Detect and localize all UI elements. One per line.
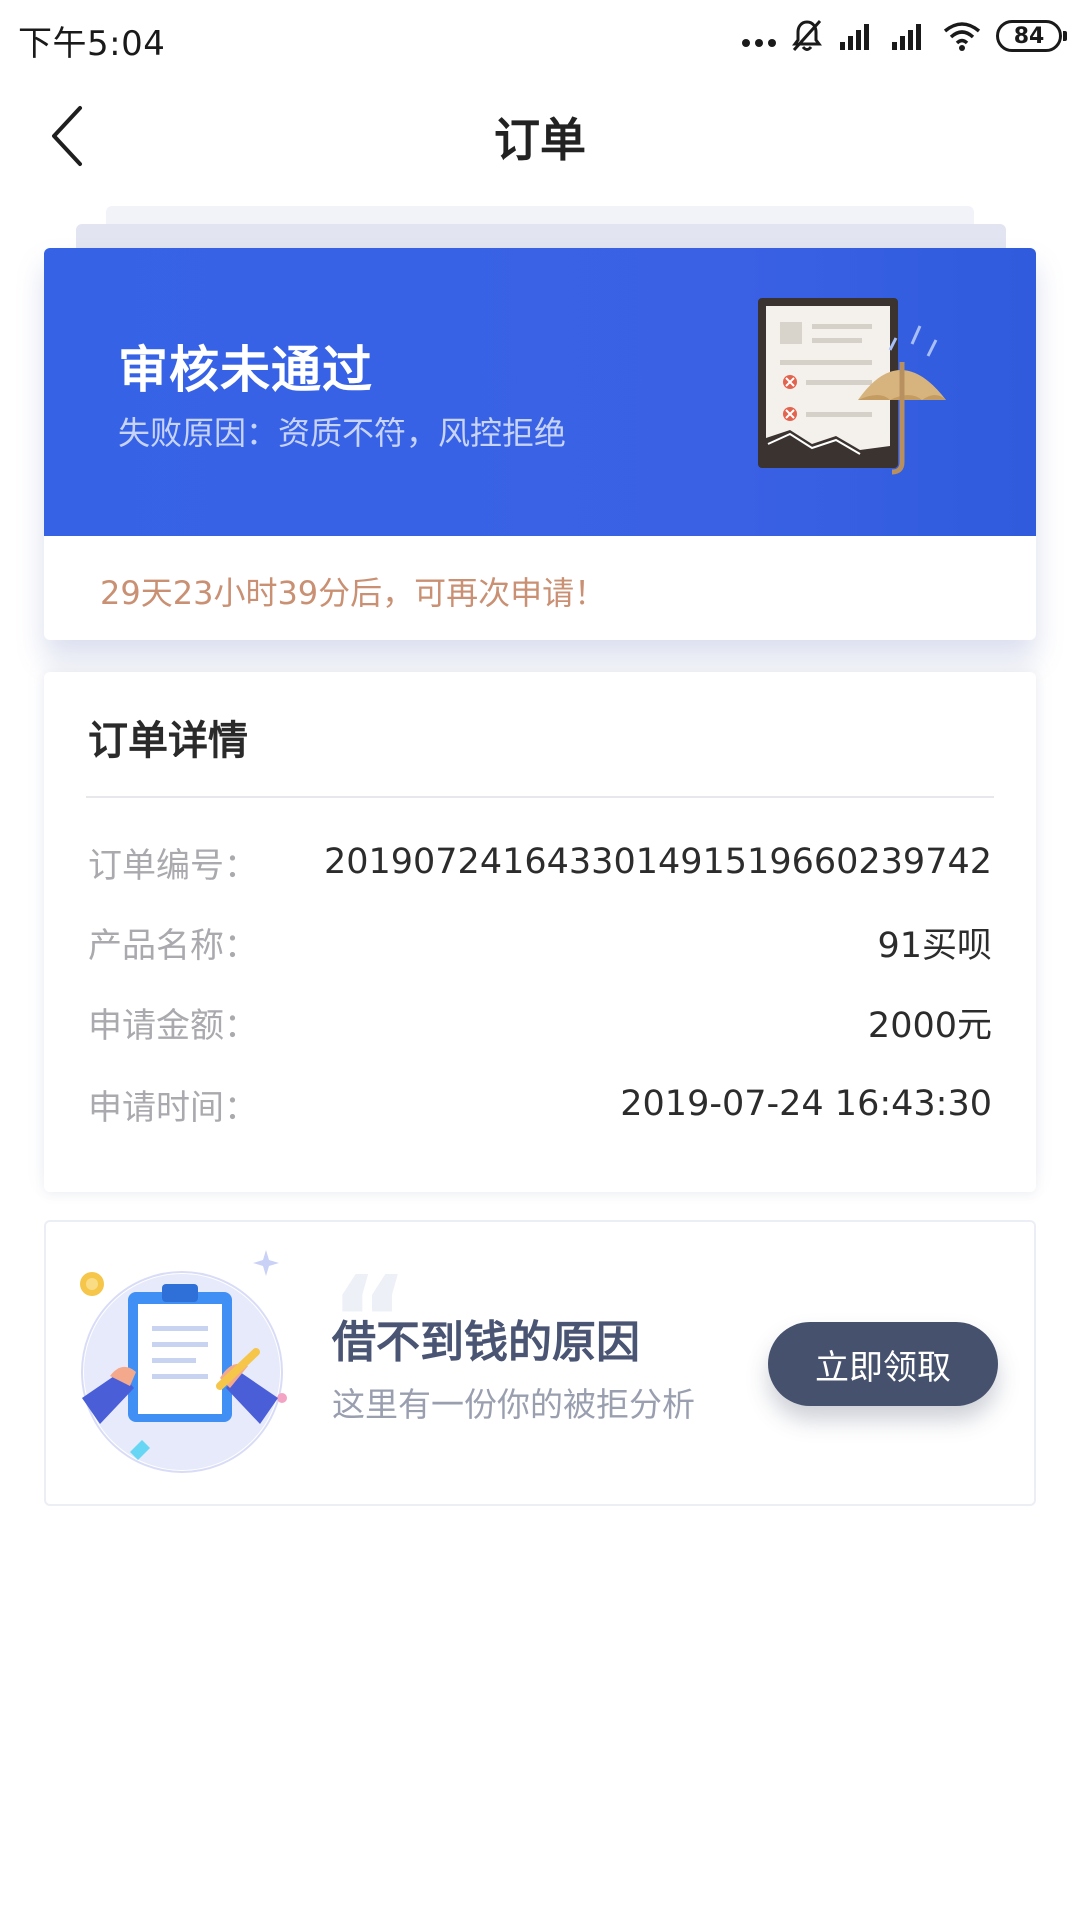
status-time: 下午5:04 bbox=[18, 24, 166, 64]
detail-value: 2019-07-24 16:43:30 bbox=[620, 1084, 992, 1124]
reapply-notice: 29天23小时39分后，可再次申请！ bbox=[44, 536, 1036, 640]
review-status-card: 审核未通过 失败原因：资质不符，风控拒绝 29天23小时39分后，可再次申请！ bbox=[44, 248, 1036, 640]
rejected-document-illustration bbox=[758, 298, 946, 475]
reapply-countdown: 29天23小时39分后，可再次申请！ bbox=[100, 574, 607, 612]
order-detail-card: 订单详情 订单编号： 2019072416433014915196602397​… bbox=[44, 672, 1036, 1192]
clipboard-illustration bbox=[80, 1250, 287, 1473]
claim-now-button[interactable]: 立即领取 bbox=[768, 1322, 998, 1406]
detail-value: 2019072416433014915196602397​42 bbox=[323, 842, 992, 882]
order-screen: 下午5:04 84 订单 审核未通过 失败原因：资质不符，风控拒绝 29天23小… bbox=[0, 0, 1080, 1920]
divider bbox=[86, 796, 994, 798]
detail-row-apply-time: 申请时间： 2019-07-24 16:43:30 bbox=[88, 1074, 992, 1134]
detail-row-product-name: 产品名称： 91买呗 bbox=[88, 912, 992, 972]
detail-label: 申请时间： bbox=[88, 1087, 258, 1128]
page-title: 订单 bbox=[494, 113, 586, 167]
detail-row-order-number: 订单编号： 2019072416433014915196602397​42 bbox=[88, 832, 992, 892]
detail-value: 2000元 bbox=[867, 1005, 992, 1046]
failure-reason: 失败原因：资质不符，风控拒绝 bbox=[118, 414, 567, 452]
detail-label: 产品名称： bbox=[88, 925, 258, 966]
status-title: 审核未通过 bbox=[118, 341, 373, 399]
status-icons: 84 bbox=[742, 18, 1067, 54]
promo-title: 借不到钱的原因 bbox=[332, 1317, 640, 1368]
status-banner: 审核未通过 失败原因：资质不符，风控拒绝 bbox=[44, 248, 1036, 536]
promo-subtitle: 这里有一份你的被拒分析 bbox=[332, 1385, 695, 1424]
wifi-icon bbox=[943, 22, 981, 51]
more-dots-icon bbox=[742, 18, 776, 54]
detail-value: 91买呗 bbox=[877, 925, 992, 966]
battery-icon: 84 bbox=[996, 20, 1067, 52]
order-detail-heading: 订单详情 bbox=[88, 718, 248, 764]
nav-bar: 订单 bbox=[0, 76, 1080, 196]
signal-icon bbox=[840, 24, 869, 50]
detail-label: 订单编号： bbox=[88, 845, 258, 886]
status-bar: 下午5:04 84 bbox=[0, 0, 1080, 76]
detail-label: 申请金额： bbox=[88, 1005, 258, 1046]
rejection-analysis-card[interactable]: “ 借不到钱的原因 这里有一份你的被拒分析 立即领取 bbox=[44, 1220, 1036, 1506]
signal-icon bbox=[892, 24, 921, 50]
detail-row-amount: 申请金额： 2000元 bbox=[88, 992, 992, 1052]
mute-icon bbox=[792, 19, 822, 52]
